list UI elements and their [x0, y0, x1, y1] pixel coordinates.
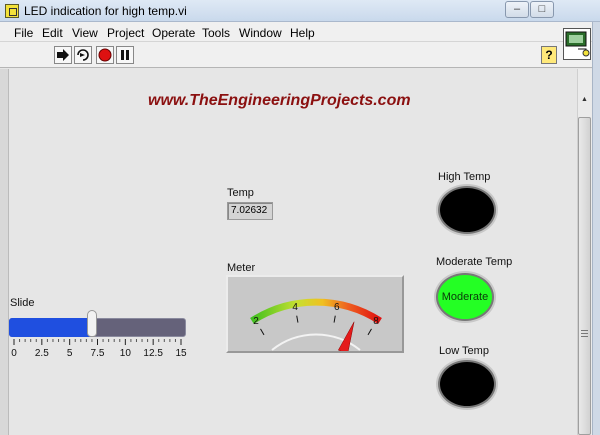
- slide-label: Slide: [10, 297, 35, 309]
- window-title: LED indication for high temp.vi: [24, 4, 187, 18]
- meter-dial: 0246810: [250, 298, 382, 351]
- meter-tick: [296, 315, 299, 323]
- moderate-temp-label: Moderate Temp: [436, 256, 513, 268]
- slide-tick-label: 7.5: [90, 348, 105, 359]
- menu-view[interactable]: View: [72, 26, 98, 40]
- slide-tick-label: 5: [66, 348, 73, 359]
- menu-file[interactable]: File: [14, 26, 33, 40]
- meter-tick-label: 4: [292, 302, 298, 313]
- minimize-button[interactable]: –: [505, 1, 529, 18]
- pause-button[interactable]: [116, 46, 134, 64]
- window-titlebar: LED indication for high temp.vi – □: [0, 0, 600, 22]
- restore-button[interactable]: □: [530, 1, 554, 18]
- menu-help[interactable]: Help: [290, 26, 315, 40]
- slide-tick-label: 0: [11, 348, 17, 359]
- moderate-temp-led-text: Moderate: [441, 291, 489, 303]
- meter-color-arc: [250, 298, 382, 324]
- scroll-up-icon[interactable]: ▲: [578, 96, 591, 108]
- slide-fill: [9, 318, 93, 337]
- window-right-edge: [592, 22, 600, 435]
- meter-tick-label: 6: [334, 302, 340, 313]
- pause-icon: [121, 50, 129, 60]
- watermark-text: www.TheEngineeringProjects.com: [148, 92, 411, 109]
- help-icon: ?: [545, 48, 553, 62]
- panel-left-edge: [0, 69, 9, 435]
- moderate-temp-led[interactable]: Moderate: [436, 273, 494, 321]
- menu-operate[interactable]: Operate: [152, 26, 195, 40]
- menu-project[interactable]: Project: [107, 26, 144, 40]
- scroll-grip-icon: [581, 330, 588, 337]
- temp-indicator: 7.02632: [227, 202, 273, 220]
- meter-tick-label: 8: [373, 316, 379, 327]
- minimize-icon: –: [513, 3, 521, 15]
- vi-icon-graphic: [565, 31, 590, 57]
- meter-gauge: 0246810: [226, 275, 404, 353]
- low-temp-led[interactable]: [438, 360, 496, 408]
- meter-tick-label: 2: [253, 316, 259, 327]
- meter-needle: [337, 321, 355, 351]
- abort-button[interactable]: [96, 46, 114, 64]
- abort-stop-icon: [98, 48, 112, 62]
- temp-label: Temp: [227, 187, 254, 199]
- slide-tick-label: 15: [175, 348, 187, 359]
- menu-tools[interactable]: Tools: [202, 26, 230, 40]
- slide-tick-label: 12.5: [143, 348, 163, 359]
- context-help-button[interactable]: ?: [541, 46, 557, 64]
- menu-window[interactable]: Window: [239, 26, 282, 40]
- meter-label: Meter: [227, 262, 256, 274]
- labview-vi-icon: [5, 4, 19, 18]
- toolbar: ?: [0, 42, 600, 68]
- menu-edit[interactable]: Edit: [42, 26, 63, 40]
- run-arrow-icon: [57, 49, 69, 61]
- slide-thumb[interactable]: [87, 310, 98, 337]
- slide-tick-label: 10: [119, 348, 131, 359]
- meter-tick: [367, 328, 372, 336]
- meter-tick: [333, 315, 336, 323]
- slide-scale-ticks: [13, 339, 182, 345]
- run-button[interactable]: [54, 46, 72, 64]
- menu-bar: File Edit View Project Operate Tools Win…: [0, 22, 600, 42]
- run-continuous-icon: [77, 49, 89, 61]
- slide-tick-label: 2.5: [34, 348, 49, 359]
- high-temp-label: High Temp: [438, 171, 491, 183]
- high-temp-led[interactable]: [438, 186, 496, 234]
- vi-connector-icon[interactable]: [563, 28, 591, 60]
- meter-tick: [260, 328, 265, 336]
- low-temp-label: Low Temp: [439, 345, 489, 357]
- run-continuously-button[interactable]: [74, 46, 92, 64]
- restore-icon: □: [538, 3, 546, 15]
- scroll-thumb[interactable]: [578, 117, 591, 435]
